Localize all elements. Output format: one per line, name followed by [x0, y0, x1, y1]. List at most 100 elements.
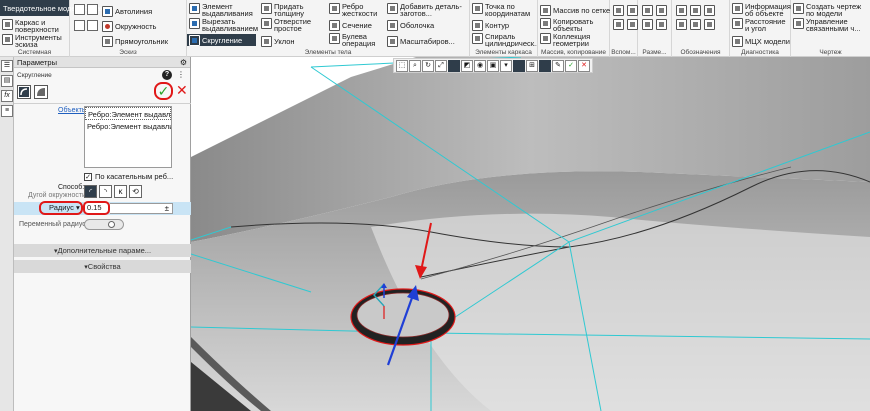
method-conic-button[interactable]: ◝ — [99, 185, 112, 198]
plane-icon[interactable] — [627, 5, 638, 16]
thread-icon[interactable] — [690, 19, 701, 30]
objects-label[interactable]: Объекты — [58, 107, 87, 114]
ribbon-item-scale[interactable]: Масштабиров... — [387, 36, 455, 47]
ribbon-item-copy-objects[interactable]: Копировать объекты — [540, 18, 598, 32]
zoom-window-icon[interactable]: ⬚ — [396, 59, 408, 72]
ribbon-item-shell[interactable]: Оболочка — [387, 20, 434, 31]
apply-icon[interactable]: ✓ — [565, 59, 577, 72]
ribbon-item-thicken[interactable]: Придать толщину — [261, 3, 319, 17]
help-icon[interactable]: ? — [162, 70, 172, 80]
checkbox-check-icon[interactable]: ✓ — [84, 172, 92, 181]
list-tab-icon[interactable]: ≡ — [1, 105, 13, 117]
tab-solid-modeling[interactable]: Твердотельное моделирование — [0, 0, 113, 16]
filter-icon[interactable] — [539, 59, 551, 72]
ribbon-item-rib[interactable]: Ребро жесткости — [329, 3, 382, 17]
ribbon-item-autoline[interactable]: Автолиния — [102, 6, 152, 17]
open-folder-icon[interactable] — [87, 4, 98, 15]
ribbon-item-distance-angle[interactable]: Расстояние и угол — [732, 18, 790, 32]
tangent-edges-checkbox[interactable]: ✓ По касательным реб... — [84, 172, 173, 181]
ribbon-item-extrude[interactable]: Элемент выдавливания — [189, 3, 257, 17]
fillet-mode-face-button[interactable] — [34, 85, 48, 99]
ribbon-item-label: Автолиния — [115, 7, 153, 16]
method-arc-button[interactable]: ◜ — [84, 185, 97, 198]
boolean-icon — [329, 33, 340, 44]
mark-icon[interactable] — [704, 19, 715, 30]
view-cube-icon[interactable] — [448, 59, 460, 72]
save-icon[interactable] — [74, 20, 85, 31]
gear-icon[interactable]: ⚙ — [180, 57, 187, 68]
dimension-icons — [642, 5, 667, 30]
cancel-button[interactable]: ✕ — [176, 83, 188, 97]
ribbon-item-add-blank[interactable]: Добавить деталь-заготов... — [387, 3, 468, 17]
ribbon-item-label: Точка по координатам — [485, 2, 531, 18]
new-file-icon[interactable] — [74, 4, 85, 15]
filter-dropdown-icon[interactable]: ▾ — [500, 59, 512, 72]
leader-icon[interactable] — [690, 5, 701, 16]
snap-icon[interactable] — [513, 59, 525, 72]
ribbon-item-cut-extrude[interactable]: Вырезать выдавливанием — [189, 18, 258, 32]
model-viewport[interactable]: ⬚ ⌕ ↻ ⤢ ◩ ◉ ▣ ▾ ⊞ ✎ ✓ ✕ — [191, 57, 870, 411]
ribbon-item-label: Отверстие простое — [274, 17, 312, 33]
variable-radius-toggle[interactable] — [84, 219, 124, 230]
lcs-icon[interactable] — [627, 19, 638, 30]
radius-plusminus-icon[interactable]: ± — [110, 203, 173, 214]
ribbon-item-geometry-collection[interactable]: Коллекция геометрии — [540, 33, 598, 47]
ribbon-item-draft[interactable]: Уклон — [261, 36, 295, 47]
point-icon — [472, 3, 483, 14]
ribbon-item-rectangle[interactable]: Прямоугольник — [102, 36, 168, 47]
method-chord-button[interactable]: ⟲ — [129, 185, 142, 198]
print-icon[interactable] — [87, 20, 98, 31]
ribbon-item-fillet[interactable]: Скругление — [187, 34, 256, 46]
variables-tab-icon[interactable]: fx — [1, 90, 13, 102]
ribbon-item-grid-array[interactable]: Массив по сетке — [540, 5, 610, 16]
ribbon-item-sketch-tools[interactable]: Инструменты эскиза — [2, 34, 70, 48]
ribbon-item-circle[interactable]: Окружность — [102, 21, 156, 32]
ribbon-item-label: Сечение — [342, 21, 372, 30]
close-icon[interactable]: ✕ — [578, 59, 590, 72]
group-dimensions: Разме... — [638, 0, 672, 57]
linear-dimension-icon[interactable] — [642, 5, 653, 16]
fillet-mode-edge-button[interactable] — [17, 85, 31, 99]
roughness-icon[interactable] — [676, 5, 687, 16]
ribbon-item-create-drawing[interactable]: Создать чертеж по модели — [793, 3, 868, 17]
fillet-edge-icon — [19, 87, 29, 97]
display-mode-icon[interactable]: ◩ — [461, 59, 473, 72]
orient-icon[interactable]: ⤢ — [435, 59, 447, 72]
section-properties[interactable]: Свойства — [14, 260, 191, 273]
base-icon[interactable] — [704, 5, 715, 16]
ribbon-item-spiral[interactable]: Спираль цилиндрическ... — [472, 33, 537, 47]
list-item[interactable]: Ребро:Элемент выдавли... — [85, 107, 171, 120]
tolerance-icon[interactable] — [676, 19, 687, 30]
angular-dimension-icon[interactable] — [656, 5, 667, 16]
radial-dimension-icon[interactable] — [642, 19, 653, 30]
ribbon-item-point[interactable]: Точка по координатам — [472, 3, 535, 17]
pick-icon[interactable]: ✎ — [552, 59, 564, 72]
ribbon-item-frame-surfaces[interactable]: Каркас и поверхности — [2, 19, 70, 33]
ribbon-item-object-info[interactable]: Информация об объекте — [732, 3, 791, 17]
fillet-face-icon — [37, 88, 45, 96]
radius-input[interactable]: 0.15 — [83, 201, 110, 215]
method-k-button[interactable]: κ — [114, 185, 127, 198]
visibility-icon[interactable]: ◉ — [474, 59, 486, 72]
axis-icon[interactable] — [613, 5, 624, 16]
ribbon-item-manage-linked[interactable]: Управление связанными ч... — [793, 18, 868, 32]
model-tree-tab-icon[interactable]: ☰ — [1, 60, 13, 72]
tree-view-icon[interactable]: ⋮ — [177, 70, 185, 79]
list-item[interactable]: Ребро:Элемент выдавли... — [85, 120, 171, 133]
ribbon-item-section[interactable]: Сечение — [329, 20, 372, 31]
diameter-dimension-icon[interactable] — [656, 19, 667, 30]
point-aux-icon[interactable] — [613, 19, 624, 30]
objects-list[interactable]: Ребро:Элемент выдавли... Ребро:Элемент в… — [84, 106, 172, 168]
section-advanced-params[interactable]: Дополнительные параме... — [14, 244, 191, 257]
layers-tab-icon[interactable]: ▤ — [1, 75, 13, 87]
zoom-icon[interactable]: ⌕ — [409, 59, 421, 72]
local-cs-icon[interactable]: ⊞ — [526, 59, 538, 72]
section-view-icon[interactable]: ▣ — [487, 59, 499, 72]
ribbon-item-contour[interactable]: Контур — [472, 20, 509, 31]
ribbon-item-boolean[interactable]: Булева операция — [329, 33, 382, 47]
ok-button[interactable]: ✓ — [154, 82, 173, 100]
ribbon-item-mass-props[interactable]: МЦХ модели — [732, 36, 790, 47]
radius-dropdown[interactable]: Радиус ▾ — [39, 201, 83, 215]
ribbon-item-hole[interactable]: Отверстие простое — [261, 18, 319, 32]
rotate-icon[interactable]: ↻ — [422, 59, 434, 72]
